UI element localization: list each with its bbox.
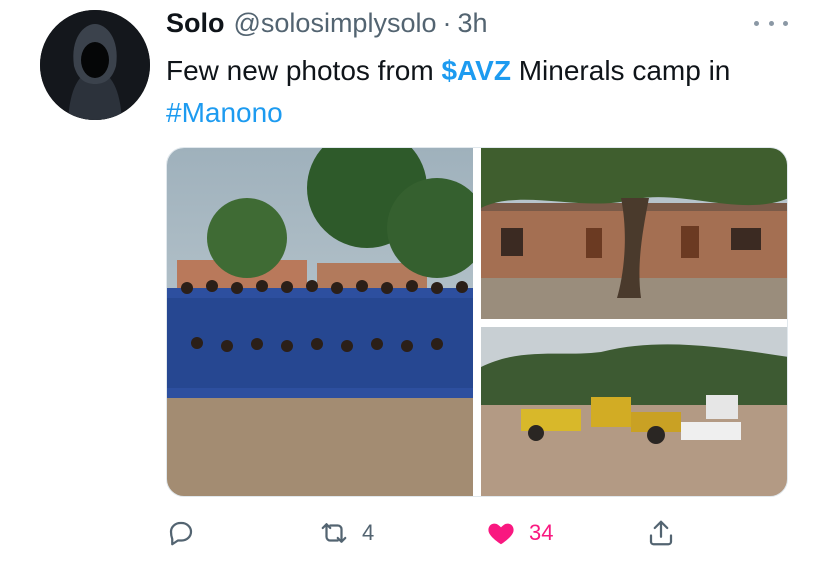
avatar[interactable]: [40, 10, 150, 120]
photo-buildings[interactable]: [481, 148, 787, 319]
separator: ·: [442, 8, 452, 38]
retweet-button[interactable]: 4: [319, 515, 374, 551]
like-count: 34: [529, 520, 554, 545]
author-handle[interactable]: @solosimplysolo: [234, 8, 437, 39]
heart-icon: [488, 523, 514, 545]
timestamp[interactable]: 3h: [457, 8, 487, 39]
share-icon: [649, 520, 673, 546]
tweet-header: Solo @solosimplysolo · 3h: [166, 8, 488, 42]
author-name[interactable]: Solo: [166, 8, 225, 39]
dot: [754, 20, 759, 26]
tweet-actions: 4 34: [166, 515, 686, 551]
hashtag-link[interactable]: #Manono: [166, 97, 283, 128]
more-options-icon[interactable]: [754, 14, 788, 32]
dot: [783, 20, 788, 26]
tweet-text-part: Minerals camp in: [510, 55, 731, 86]
retweet-icon: [321, 523, 347, 543]
media-grid: [166, 147, 788, 497]
reply-button[interactable]: [166, 515, 196, 551]
cashtag-link[interactable]: $AVZ: [441, 55, 511, 86]
tweet-text: Few new photos from $AVZ Minerals camp i…: [166, 50, 806, 134]
like-button[interactable]: 34: [486, 515, 553, 551]
share-button[interactable]: [646, 515, 676, 551]
tweet-text-part: Few new photos from: [166, 55, 442, 86]
photo-machinery[interactable]: [481, 327, 787, 496]
photo-group[interactable]: [167, 148, 473, 496]
retweet-count: 4: [362, 520, 375, 545]
reply-icon: [169, 521, 193, 546]
dot: [768, 20, 774, 26]
